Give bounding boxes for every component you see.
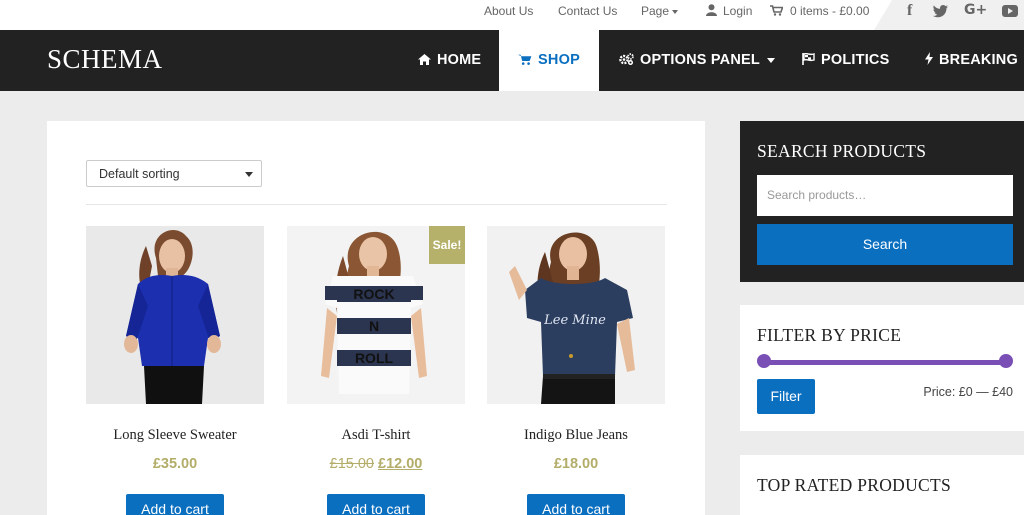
add-to-cart-button[interactable]: Add to cart <box>126 494 224 515</box>
product-name[interactable]: Asdi T-shirt <box>287 427 465 444</box>
about-us-link[interactable]: About Us <box>484 4 533 18</box>
site-logo[interactable]: SCHEMA <box>47 44 163 75</box>
nav-item-label: BREAKING <box>939 52 1018 68</box>
divider <box>86 204 667 205</box>
nav-item-label: POLITICS <box>821 52 890 68</box>
youtube-icon[interactable] <box>1002 2 1018 21</box>
search-input[interactable]: Search products… <box>757 175 1013 216</box>
contact-us-link[interactable]: Contact Us <box>558 4 617 18</box>
filter-button[interactable]: Filter <box>757 379 815 414</box>
google-plus-icon[interactable]: G+ <box>964 2 987 18</box>
page-menu-label: Page <box>641 4 670 18</box>
nav-item-breaking[interactable]: BREAKING <box>925 30 1018 91</box>
price-range-label: Price: £0 — £40 <box>923 385 1013 399</box>
nav-item-shop[interactable]: SHOP <box>499 30 599 91</box>
price-slider-min-handle[interactable] <box>757 354 771 368</box>
product-price: £18.00 <box>487 456 665 472</box>
sale-badge: Sale! <box>429 226 465 264</box>
product-price: £15.00 £12.00 <box>287 456 465 472</box>
page-menu[interactable]: Page <box>641 4 679 18</box>
login-link[interactable]: Login <box>706 4 752 18</box>
main-navigation: SCHEMA HOME SHOP OPTIONS PANEL POLITICS … <box>0 30 1024 91</box>
widget-title: FILTER BY PRICE <box>757 325 902 345</box>
svg-text:Lee Mine: Lee Mine <box>543 313 606 328</box>
product-image[interactable] <box>86 226 264 404</box>
flag-icon <box>802 53 815 65</box>
bolt-icon <box>925 52 933 65</box>
chevron-down-icon <box>672 9 679 14</box>
cogs-icon <box>619 53 634 65</box>
search-products-widget: SEARCH PRODUCTS Search products… Search <box>740 121 1024 282</box>
product-card: Long Sleeve Sweater £35.00 Add to cart <box>86 226 264 515</box>
sorting-value: Default sorting <box>99 167 180 181</box>
add-to-cart-button[interactable]: Add to cart <box>527 494 625 515</box>
product-image[interactable]: Lee Mine <box>487 226 665 404</box>
home-icon <box>418 54 431 65</box>
user-icon <box>706 4 717 16</box>
nav-item-options-panel[interactable]: OPTIONS PANEL <box>619 30 775 91</box>
product-name[interactable]: Indigo Blue Jeans <box>487 427 665 444</box>
svg-text:ROCK: ROCK <box>353 286 394 302</box>
facebook-icon[interactable]: f <box>907 2 912 20</box>
nav-item-politics[interactable]: POLITICS <box>802 30 889 91</box>
cart-summary: 0 items - £0.00 <box>790 4 870 18</box>
nav-item-label: HOME <box>437 52 482 68</box>
sorting-select[interactable]: Default sorting <box>86 160 262 187</box>
product-image[interactable]: ROCK N ROLL Sale! <box>287 226 465 404</box>
sale-price: £12.00 <box>378 456 423 472</box>
product-card: Lee Mine Indigo Blue Jeans £18.00 Add to… <box>487 226 665 515</box>
nav-item-label: OPTIONS PANEL <box>640 52 760 68</box>
cart-icon <box>518 54 532 65</box>
add-to-cart-button[interactable]: Add to cart <box>327 494 425 515</box>
price-slider-max-handle[interactable] <box>999 354 1013 368</box>
login-label: Login <box>723 4 753 18</box>
cart-icon <box>770 5 784 16</box>
chevron-down-icon <box>766 57 775 63</box>
old-price: £15.00 <box>329 456 374 472</box>
nav-item-label: SHOP <box>538 52 580 68</box>
top-rated-products-widget: TOP RATED PRODUCTS <box>740 455 1024 515</box>
product-card: ROCK N ROLL Sale! Asdi T-shirt £15.00 £12… <box>287 226 465 515</box>
twitter-icon[interactable] <box>933 2 948 22</box>
svg-text:N: N <box>369 318 379 334</box>
search-button[interactable]: Search <box>757 224 1013 265</box>
svg-text:ROLL: ROLL <box>355 350 394 366</box>
widget-title: SEARCH PRODUCTS <box>757 141 927 161</box>
nav-item-home[interactable]: HOME <box>418 30 481 91</box>
cart-link[interactable]: 0 items - £0.00 <box>770 4 869 18</box>
shop-content: Default sorting Long Sleeve Sweater £35.… <box>47 121 705 515</box>
filter-by-price-widget: FILTER BY PRICE Filter Price: £0 — £40 <box>740 305 1024 431</box>
product-price: £35.00 <box>86 456 264 472</box>
top-bar: About Us Contact Us Page Login 0 items -… <box>0 0 1024 30</box>
widget-title: TOP RATED PRODUCTS <box>757 475 952 495</box>
product-name[interactable]: Long Sleeve Sweater <box>86 427 264 444</box>
price-slider-track[interactable] <box>764 360 1007 365</box>
price-value: £18.00 <box>553 456 599 472</box>
price-value: £35.00 <box>152 456 198 472</box>
chevron-down-icon <box>245 172 253 177</box>
